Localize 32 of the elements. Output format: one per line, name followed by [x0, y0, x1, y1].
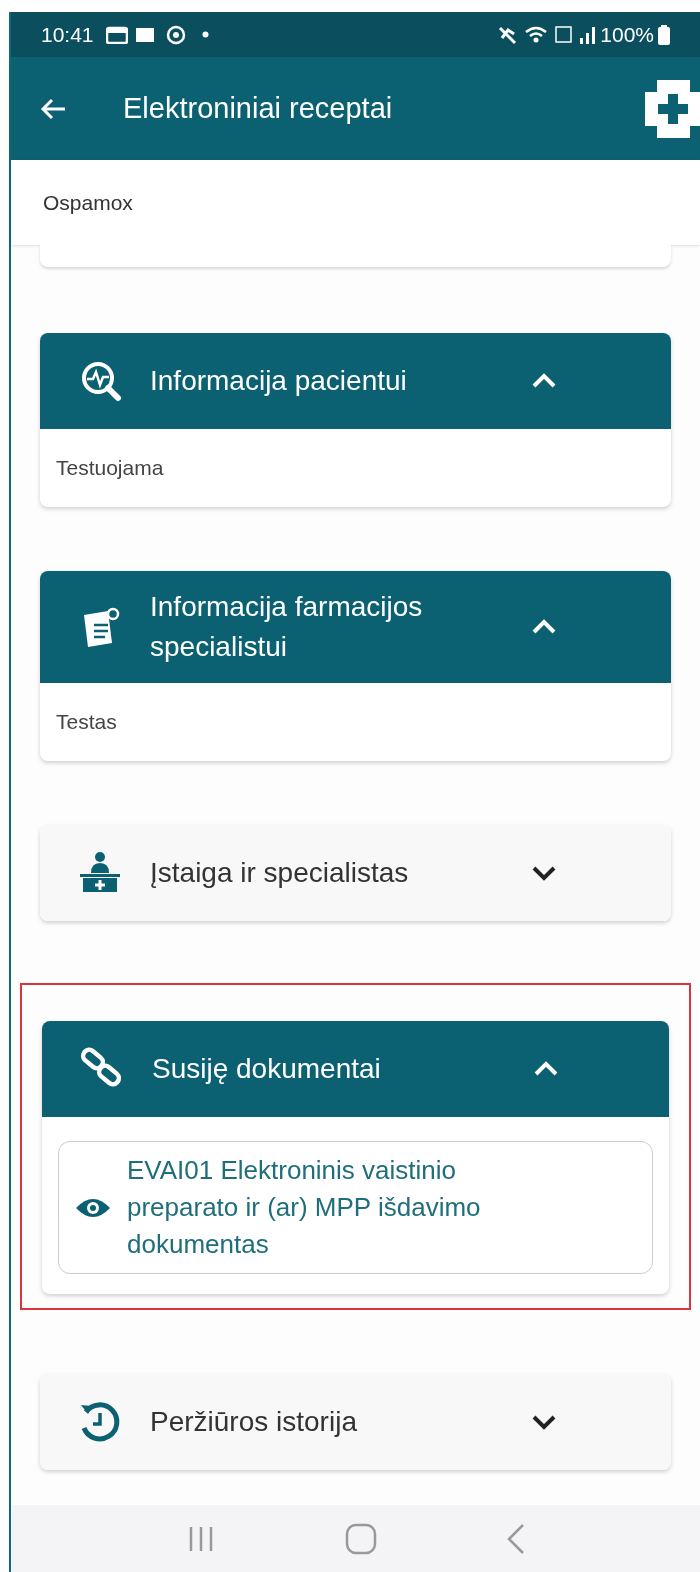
section-header[interactable]: Informacija farmacijos specialistui — [40, 571, 671, 683]
back-arrow-icon — [39, 96, 67, 121]
section-title: Įstaiga ir specialistas — [150, 856, 410, 890]
wifi-icon — [525, 25, 548, 44]
dot-icon — [201, 31, 209, 38]
history-clock-icon — [78, 1400, 122, 1444]
battery-percentage: 100% — [600, 21, 654, 48]
section-title: Susiję dokumentai — [152, 1052, 382, 1086]
section-title: Informacija pacientui — [150, 364, 408, 398]
mute-icon — [497, 24, 518, 45]
battery-icon — [658, 24, 670, 45]
section-text: Testuojama — [56, 455, 164, 482]
section-title: Peržiūros istorija — [150, 1405, 358, 1439]
calendar-icon — [105, 25, 128, 44]
doctor-desk-icon — [78, 851, 122, 895]
section-title: Informacija farmacijos specialistui — [150, 590, 424, 664]
section-header[interactable]: Informacija pacientui — [40, 333, 671, 429]
home-icon[interactable] — [344, 1522, 377, 1555]
document-title: EVAI01 Elektroninis vaistinio preparato ir (ar) MPP išdavimo dokumentas — [127, 1154, 482, 1261]
section-text: Testas — [56, 709, 117, 736]
volte-icon — [555, 26, 573, 43]
section-header[interactable]: Peržiūros istorija — [40, 1374, 671, 1470]
status-time: 10:41 — [41, 21, 94, 48]
section-header[interactable]: Įstaiga ir specialistas — [40, 825, 671, 921]
target-icon — [165, 24, 186, 45]
signal-icon — [580, 25, 597, 44]
back-icon[interactable] — [505, 1522, 526, 1555]
screen-title: Elektroniniai receptai — [123, 90, 393, 126]
app-icon — [135, 26, 154, 43]
medicine-name: Ospamox — [43, 189, 133, 216]
document-link[interactable]: EVAI01 Elektroninis vaistinio preparato ir (ar) MPP išdavimo dokumentas — [58, 1141, 653, 1274]
section-header[interactable]: Susiję dokumentai — [42, 1021, 669, 1117]
